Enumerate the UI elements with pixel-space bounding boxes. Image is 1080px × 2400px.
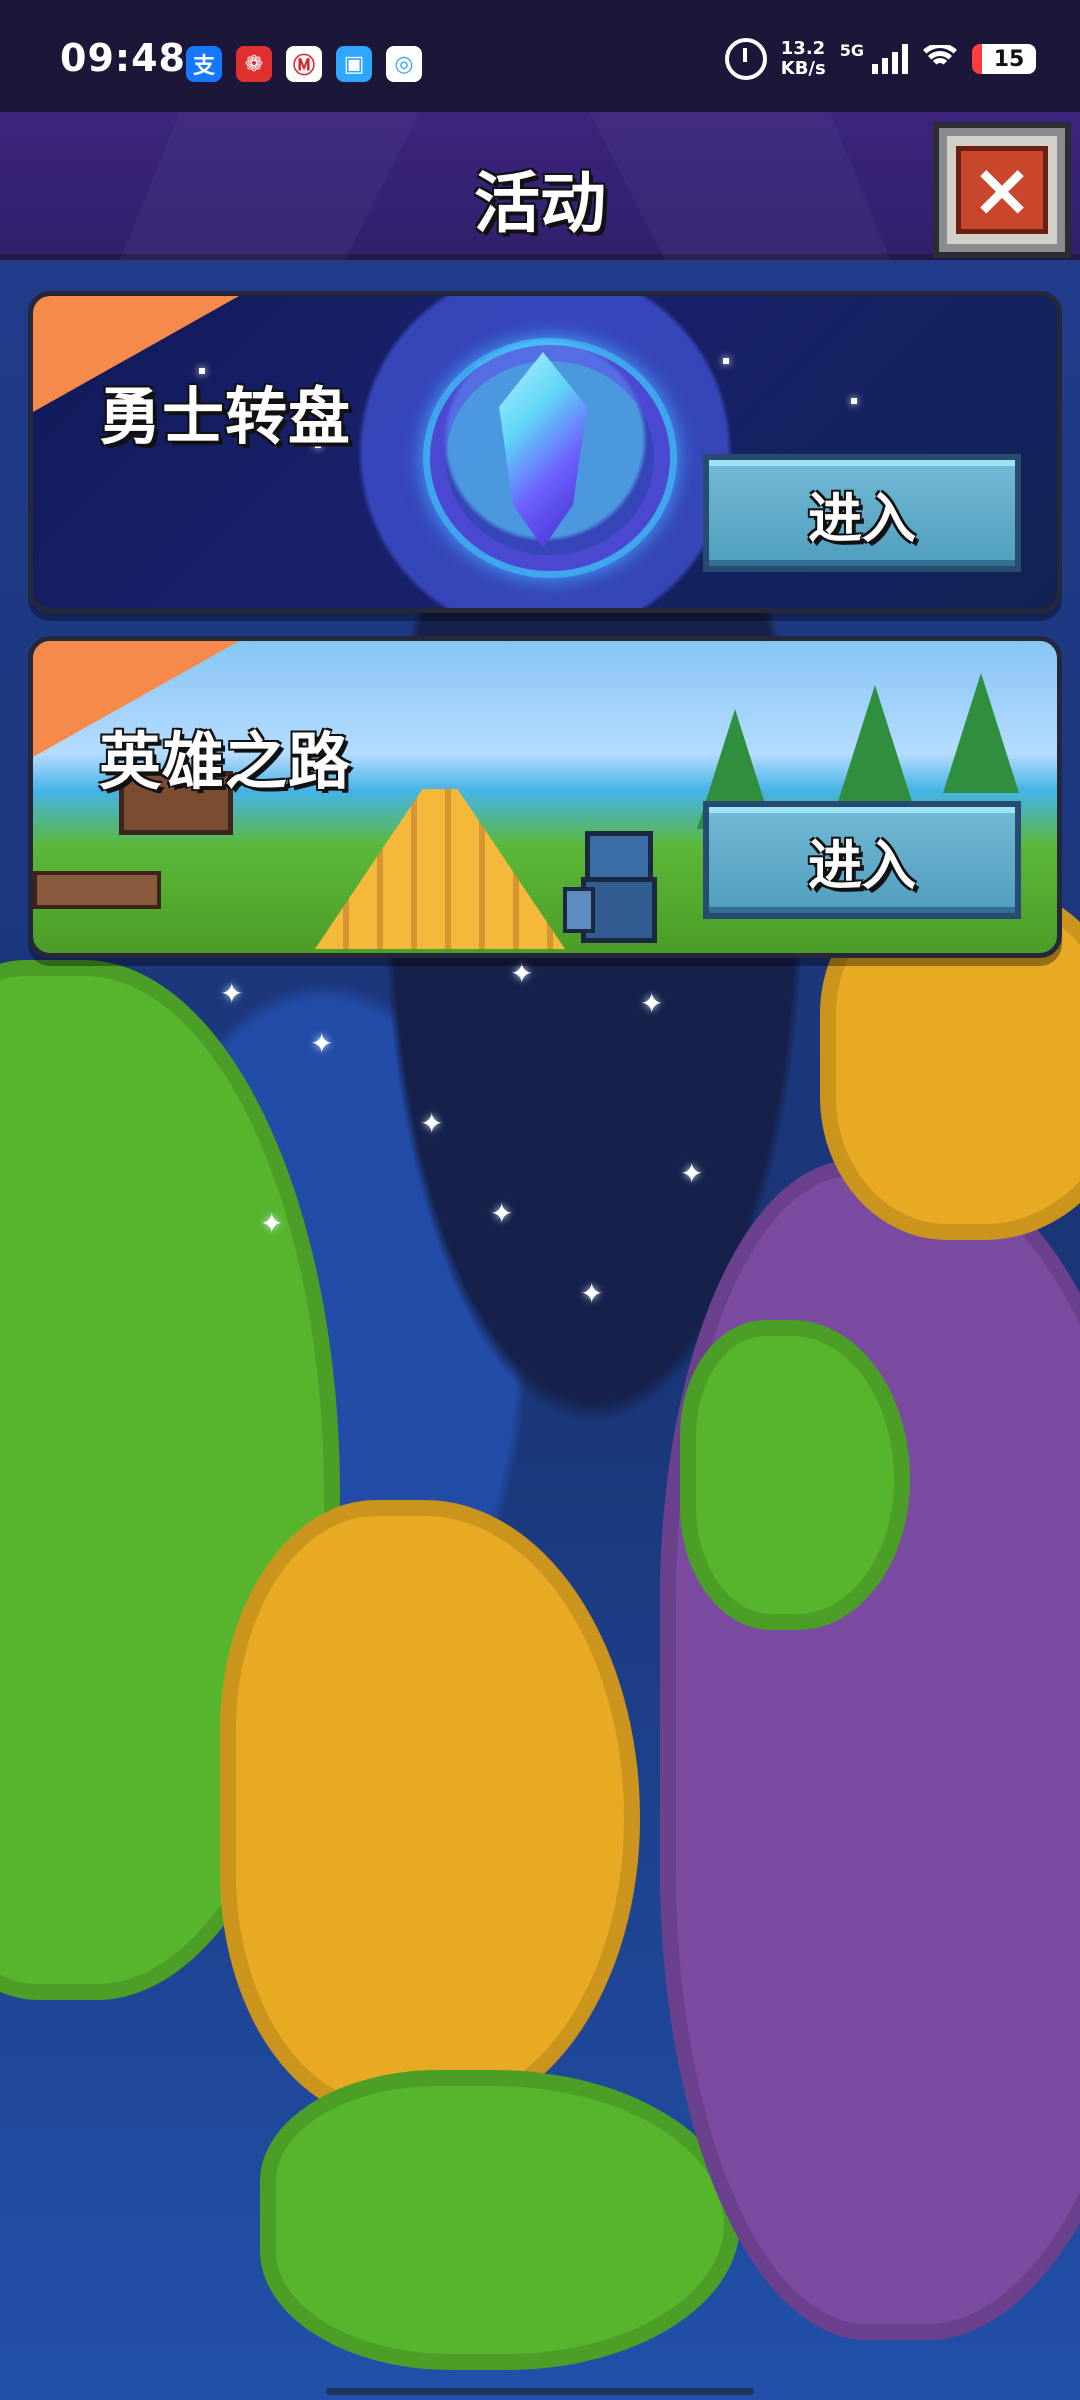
activity-title: 勇士转盘 — [99, 380, 352, 453]
pine-tree-art — [943, 673, 1019, 793]
space-star — [723, 358, 729, 364]
alipay-icon: 支 — [186, 46, 222, 82]
status-time: 09:48 — [60, 36, 186, 80]
status-app-icons: 支 ❁ Ⓜ ▣ ◎ — [186, 46, 422, 82]
network-speed: 13.2 KB/s — [781, 39, 826, 79]
golden-road-art — [315, 789, 565, 949]
map-green-land-bottom — [260, 2070, 740, 2370]
wifi-icon — [922, 45, 958, 73]
status-bar: 09:48 支 ❁ Ⓜ ▣ ◎ 13.2 KB/s 5G 15 — [0, 0, 1080, 112]
map-star: ✦ — [640, 987, 664, 1020]
close-icon: × — [956, 146, 1048, 234]
network-type: 5G — [839, 40, 864, 60]
map-star: ✦ — [220, 977, 244, 1010]
map-star: ✦ — [260, 1207, 284, 1240]
colorful-app-icon: ◎ — [386, 46, 422, 82]
warrior-wheel-card: 勇士转盘 进入 — [28, 291, 1062, 613]
battery-icon: 15 — [972, 44, 1036, 74]
glowing-crystal-artwork — [423, 338, 677, 578]
map-star: ✦ — [310, 1027, 334, 1060]
page-title: 活动 — [474, 165, 606, 242]
space-star — [851, 398, 857, 404]
activities-header: 活动 × — [0, 112, 1080, 260]
game-screen: 09:48 支 ❁ Ⓜ ▣ ◎ 13.2 KB/s 5G 15 活动 × ✦ ✦… — [0, 0, 1080, 2400]
alarm-icon — [724, 38, 767, 80]
map-star: ✦ — [510, 957, 534, 990]
pine-tree-art — [837, 685, 913, 805]
map-star: ✦ — [490, 1197, 514, 1230]
messaging-app-icon: ▣ — [336, 46, 372, 82]
network-speed-unit: KB/s — [780, 58, 826, 79]
lotus-app-icon: ❁ — [236, 46, 272, 82]
hero-road-card: 英雄之路 进入 — [28, 636, 1062, 958]
map-star: ✦ — [680, 1157, 704, 1190]
close-button[interactable]: × — [933, 122, 1071, 258]
system-status: 13.2 KB/s 5G 15 — [724, 38, 1036, 80]
knight-character-art — [563, 831, 667, 947]
signal-icon — [872, 44, 908, 74]
network-speed-value: 13.2 — [780, 38, 826, 59]
map-star: ✦ — [580, 1277, 604, 1310]
bank-app-icon: Ⓜ — [286, 46, 322, 82]
wooden-dock-art — [33, 871, 161, 909]
hero-road-enter-button[interactable]: 进入 — [703, 801, 1021, 919]
map-star: ✦ — [420, 1107, 444, 1140]
knight-shield — [563, 887, 595, 933]
warrior-wheel-enter-button[interactable]: 进入 — [703, 454, 1021, 572]
activity-title: 英雄之路 — [99, 725, 352, 798]
home-indicator[interactable] — [326, 2388, 754, 2395]
night-sky-stars: ✦ ✦ ✦ ✦ ✦ ✦ ✦ ✦ ✦ — [180, 960, 820, 1680]
